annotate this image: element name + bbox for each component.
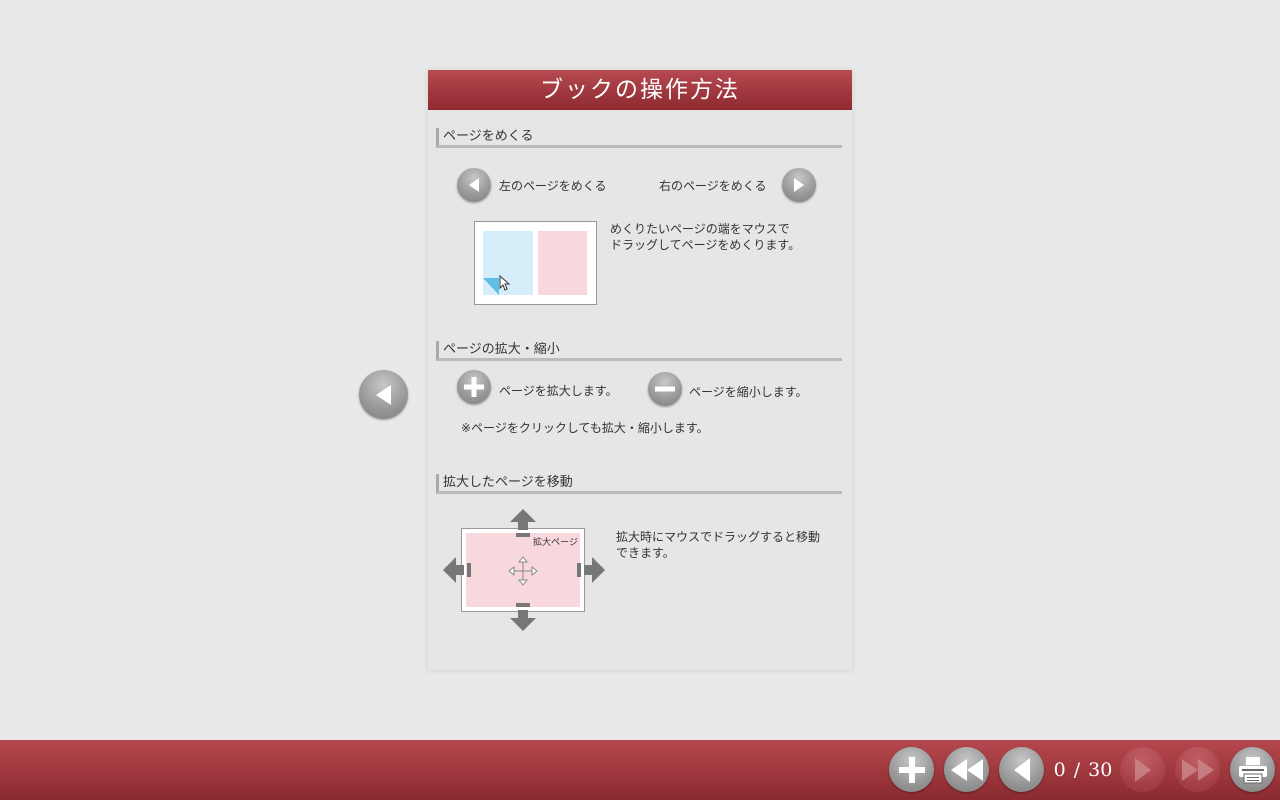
move-desc-line2: できます。 [616, 546, 675, 560]
bottom-toolbar: 0 / 30 [0, 740, 1280, 800]
panel-title: ブックの操作方法 [428, 70, 852, 110]
zoom-in-label: ページを拡大します。 [499, 384, 618, 398]
last-page-button[interactable] [1175, 747, 1220, 792]
move-cursor-icon [508, 556, 538, 586]
zoomed-page-frame: 拡大ページ [461, 528, 585, 612]
arrow-right-icon [577, 557, 605, 583]
zoom-out-label: ページを縮小します。 [689, 385, 808, 399]
demo-zoom-in-button [457, 370, 491, 404]
first-page-button[interactable] [944, 747, 989, 792]
current-page-number: 0 [1053, 759, 1066, 781]
right-page-label: 右のページをめくる [659, 179, 767, 193]
page-curl-cursor-icon [483, 274, 511, 295]
section-heading-move: 拡大したページを移動 [436, 474, 842, 494]
pan-illustration: 拡大ページ [442, 508, 606, 632]
demo-prev-page-button [457, 168, 491, 202]
double-triangle-right-icon [1181, 758, 1214, 781]
zoomed-page-label: 拡大ページ [533, 538, 578, 548]
demo-zoom-out-button [648, 372, 682, 406]
page-counter: 0 / 30 [1050, 740, 1116, 800]
triangle-right-icon [1134, 757, 1151, 782]
drag-desc-line1: めくりたいページの端をマウスで [610, 222, 790, 236]
print-button[interactable] [1230, 747, 1275, 792]
arrow-up-icon [510, 509, 536, 537]
illustration-right-page [538, 231, 587, 295]
page-drag-illustration [474, 221, 597, 305]
plus-icon [898, 756, 925, 783]
page-separator: / [1073, 759, 1081, 781]
help-panel: ブックの操作方法 ページをめくる 左のページをめくる 右のページをめくる めくり… [428, 70, 852, 670]
arrow-left-icon [443, 557, 471, 583]
next-page-button[interactable] [1120, 747, 1165, 792]
arrow-down-icon [510, 603, 536, 631]
section-heading-zoom: ページの拡大・縮小 [436, 341, 842, 361]
prev-page-button[interactable] [999, 747, 1044, 792]
section-heading-turn: ページをめくる [436, 128, 842, 148]
double-triangle-left-icon [950, 758, 983, 781]
total-page-count: 30 [1088, 759, 1113, 781]
plus-icon [464, 377, 484, 397]
drag-description: めくりたいページの端をマウスで ドラッグしてページをめくります。 [610, 221, 800, 253]
zoom-in-button[interactable] [889, 747, 934, 792]
triangle-left-icon [375, 384, 391, 405]
triangle-right-icon [794, 178, 804, 192]
side-prev-page-button[interactable] [359, 370, 408, 419]
move-desc-line1: 拡大時にマウスでドラッグすると移動 [616, 530, 821, 544]
triangle-left-icon [1013, 757, 1030, 782]
printer-icon [1238, 756, 1267, 783]
move-description: 拡大時にマウスでドラッグすると移動 できます。 [616, 529, 820, 561]
minus-icon [655, 386, 675, 392]
triangle-left-icon [469, 178, 479, 192]
drag-desc-line2: ドラッグしてページをめくります。 [610, 238, 801, 252]
left-page-label: 左のページをめくる [499, 179, 607, 193]
demo-next-page-button [782, 168, 816, 202]
zoom-note: ※ページをクリックしても拡大・縮小します。 [461, 421, 709, 435]
